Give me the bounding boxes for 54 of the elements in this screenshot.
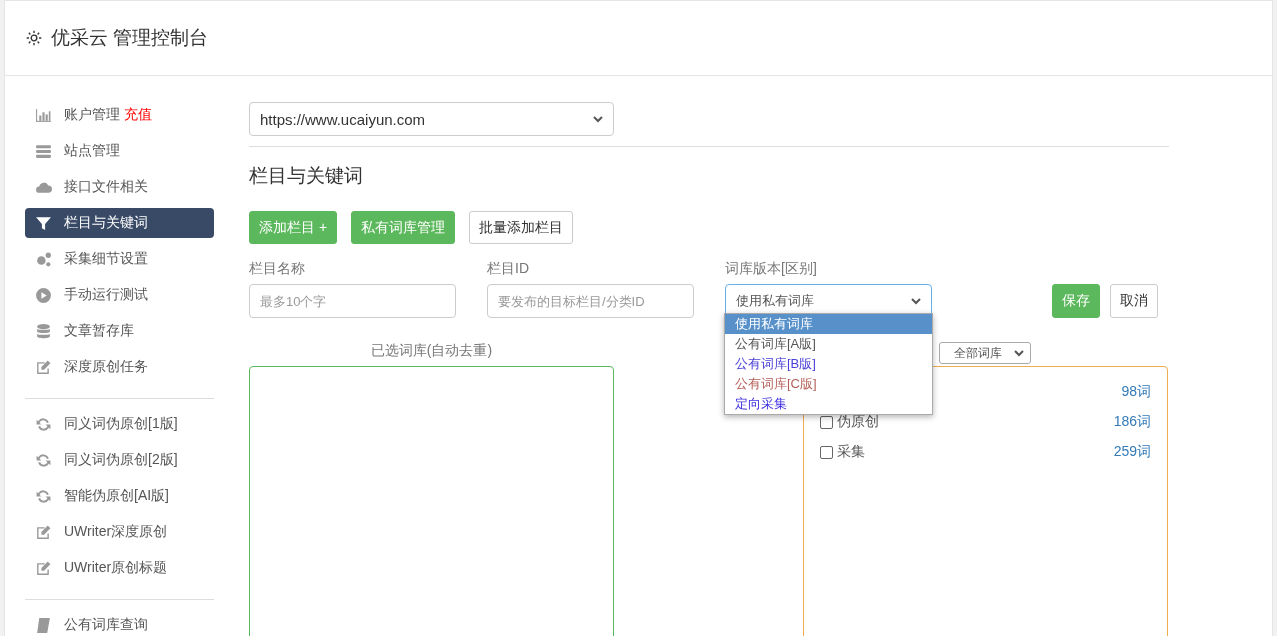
sidebar-item[interactable]: 栏目与关键词 <box>25 208 214 238</box>
box-label: 已选词库(自动去重) <box>370 342 493 360</box>
word-count: 186词 <box>1113 413 1151 431</box>
chart-icon <box>35 106 52 124</box>
sidebar-item[interactable]: 账户管理 充值 <box>25 100 214 130</box>
sidebar-item[interactable]: UWriter深度原创 <box>25 517 214 547</box>
site-select[interactable]: https://www.ucaiyun.com <box>249 102 614 136</box>
chevron-icon <box>1014 348 1024 358</box>
action-button[interactable]: 批量添加栏目 <box>469 211 574 244</box>
sidebar-item[interactable]: 接口文件相关 <box>25 172 214 202</box>
sidebar-item[interactable]: 公有词库查询 <box>25 610 214 636</box>
cancel-button[interactable]: 取消 <box>1110 284 1158 318</box>
input-field[interactable]: 要发布的目标栏目/分类ID <box>487 284 694 318</box>
field-label: 词库版本[区别] <box>725 260 818 278</box>
word-count: 98词 <box>1121 383 1151 401</box>
chevron-icon <box>911 296 921 306</box>
server-icon <box>35 142 52 160</box>
refresh-icon <box>35 415 52 433</box>
sidebar-item[interactable]: 手动运行测试 <box>25 280 214 310</box>
checkbox[interactable] <box>820 415 833 429</box>
refresh-icon <box>35 487 52 505</box>
dropdown-option[interactable]: 公有词库[C版] <box>725 374 932 394</box>
sidebar-item[interactable]: 站点管理 <box>25 136 214 166</box>
edit-icon <box>35 559 52 577</box>
sidebar-item[interactable]: 智能伪原创[AI版] <box>25 481 214 511</box>
sidebar-item[interactable]: 同义词伪原创[1版] <box>25 409 214 439</box>
edit-icon <box>35 523 52 541</box>
input-field[interactable]: 最多10个字 <box>249 284 456 318</box>
library-name: 采集 <box>837 443 865 461</box>
library-filter[interactable]: 全部词库 <box>939 342 1031 364</box>
word-count: 259词 <box>1113 443 1151 461</box>
library-name: 伪原创 <box>837 413 879 431</box>
sidebar-item[interactable]: 同义词伪原创[2版] <box>25 445 214 475</box>
recharge-link[interactable]: 充值 <box>124 106 152 124</box>
settings-icon <box>25 29 43 47</box>
sidebar-item[interactable]: 文章暂存库 <box>25 316 214 346</box>
field-label: 栏目ID <box>487 260 530 278</box>
dropdown-option[interactable]: 公有词库[B版] <box>725 354 932 374</box>
dropdown-option[interactable]: 公有词库[A版] <box>725 334 932 354</box>
chevron-icon <box>593 114 603 124</box>
sidebar-item[interactable]: 采集细节设置 <box>25 244 214 274</box>
sidebar-label: 账户管理 <box>64 106 120 124</box>
sidebar-item[interactable]: 深度原创任务 <box>25 352 214 382</box>
edit-icon <box>35 358 52 376</box>
database-icon <box>35 322 52 340</box>
console-title: 优采云 管理控制台 <box>51 26 209 50</box>
play-icon <box>35 286 52 304</box>
sidebar-item[interactable]: UWriter原创标题 <box>25 553 214 583</box>
refresh-icon <box>35 451 52 469</box>
filter-icon <box>35 214 52 232</box>
checkbox[interactable] <box>820 445 833 459</box>
field-label: 栏目名称 <box>249 260 306 278</box>
dropdown-option[interactable]: 定向采集 <box>725 394 932 414</box>
section-title: 栏目与关键词 <box>249 164 364 188</box>
